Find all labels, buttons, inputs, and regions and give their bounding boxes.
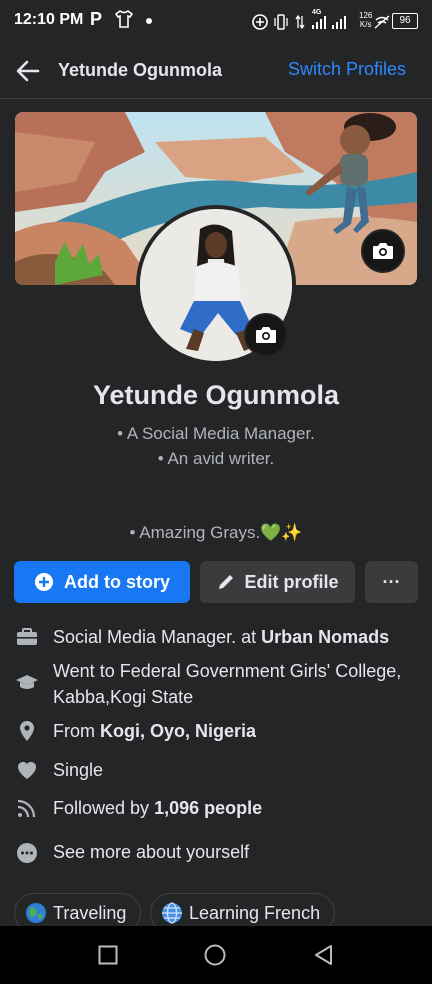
carrier-p-icon: P xyxy=(90,9,103,29)
speed-unit: K/s xyxy=(359,20,372,29)
battery-indicator: 96 xyxy=(392,13,418,29)
pencil-icon xyxy=(218,575,233,589)
signal-icon xyxy=(312,16,326,29)
hometown-detail: From Kogi, Oyo, Nigeria xyxy=(53,718,423,744)
profile-name: Yetunde Ogunmola xyxy=(92,380,340,410)
ellipsis-icon: ··· xyxy=(382,571,401,592)
edit-profile-button[interactable]: Edit profile xyxy=(200,561,355,603)
network-label: 4G xyxy=(312,9,322,16)
bio-line: • Amazing Grays.💚✨ xyxy=(129,523,303,542)
globe-meridians-icon xyxy=(162,902,182,924)
back-arrow-icon[interactable] xyxy=(14,57,42,85)
top-app-bar: Yetunde Ogunmola Switch Profiles xyxy=(0,44,432,99)
location-pin-icon xyxy=(20,721,34,741)
more-options-button[interactable]: ··· xyxy=(365,561,418,603)
add-to-story-label: Add to story xyxy=(64,571,170,592)
data-arrows-icon xyxy=(295,14,305,30)
bio-line: • A Social Media Manager. xyxy=(117,424,315,443)
work-detail: Social Media Manager. at Urban Nomads xyxy=(53,624,423,650)
status-bar: 12:10 PM P 4G 126 K/s 96 xyxy=(0,0,432,44)
add-to-story-button[interactable]: Add to story xyxy=(14,561,190,603)
bio-line: • An avid writer. xyxy=(157,449,275,468)
system-navigation-bar xyxy=(0,926,432,984)
notification-dot-icon xyxy=(146,18,152,24)
wifi-off-icon xyxy=(374,15,390,29)
followers-count-link[interactable]: 1,096 people xyxy=(154,798,262,818)
plus-circle-icon xyxy=(35,573,53,591)
followers-detail: Followed by 1,096 people xyxy=(53,795,423,821)
status-time: 12:10 PM xyxy=(14,11,84,28)
edit-profile-picture-button[interactable] xyxy=(244,313,288,357)
page-title: Yetunde Ogunmola xyxy=(58,60,223,80)
switch-profiles-link[interactable]: Switch Profiles xyxy=(288,59,406,80)
graduation-cap-icon xyxy=(16,675,38,689)
education-detail: Went to Federal Government Girls' Colleg… xyxy=(53,661,402,707)
network-speed: 126 K/s xyxy=(359,11,372,29)
earth-globe-icon xyxy=(26,903,46,923)
edit-cover-photo-button[interactable] xyxy=(361,229,405,273)
from-prefix: From xyxy=(53,721,100,741)
rss-followers-icon xyxy=(17,799,36,818)
recent-apps-square-icon[interactable] xyxy=(98,945,118,965)
camera-icon xyxy=(256,327,276,343)
see-more-about-link[interactable]: See more about yourself xyxy=(53,839,423,865)
shirt-icon xyxy=(114,10,134,28)
camera-icon xyxy=(373,243,393,259)
signal-icon-2 xyxy=(332,16,346,29)
work-place-link[interactable]: Urban Nomads xyxy=(261,627,389,647)
back-triangle-icon[interactable] xyxy=(313,944,333,966)
add-circle-icon xyxy=(252,14,268,30)
hobby-label: Learning French xyxy=(189,902,321,923)
vibrate-icon xyxy=(274,14,288,30)
heart-icon xyxy=(18,762,36,779)
edit-profile-label: Edit profile xyxy=(244,571,339,592)
more-dots-icon xyxy=(17,843,37,863)
speed-value: 126 xyxy=(359,11,373,20)
relationship-detail: Single xyxy=(53,760,104,780)
hometown-link[interactable]: Kogi, Oyo, Nigeria xyxy=(100,721,256,741)
briefcase-icon xyxy=(17,628,37,645)
followers-prefix: Followed by xyxy=(53,798,155,818)
hobby-label: Traveling xyxy=(53,902,127,923)
home-circle-icon[interactable] xyxy=(204,944,226,966)
work-role: Social Media Manager. at xyxy=(53,627,262,647)
